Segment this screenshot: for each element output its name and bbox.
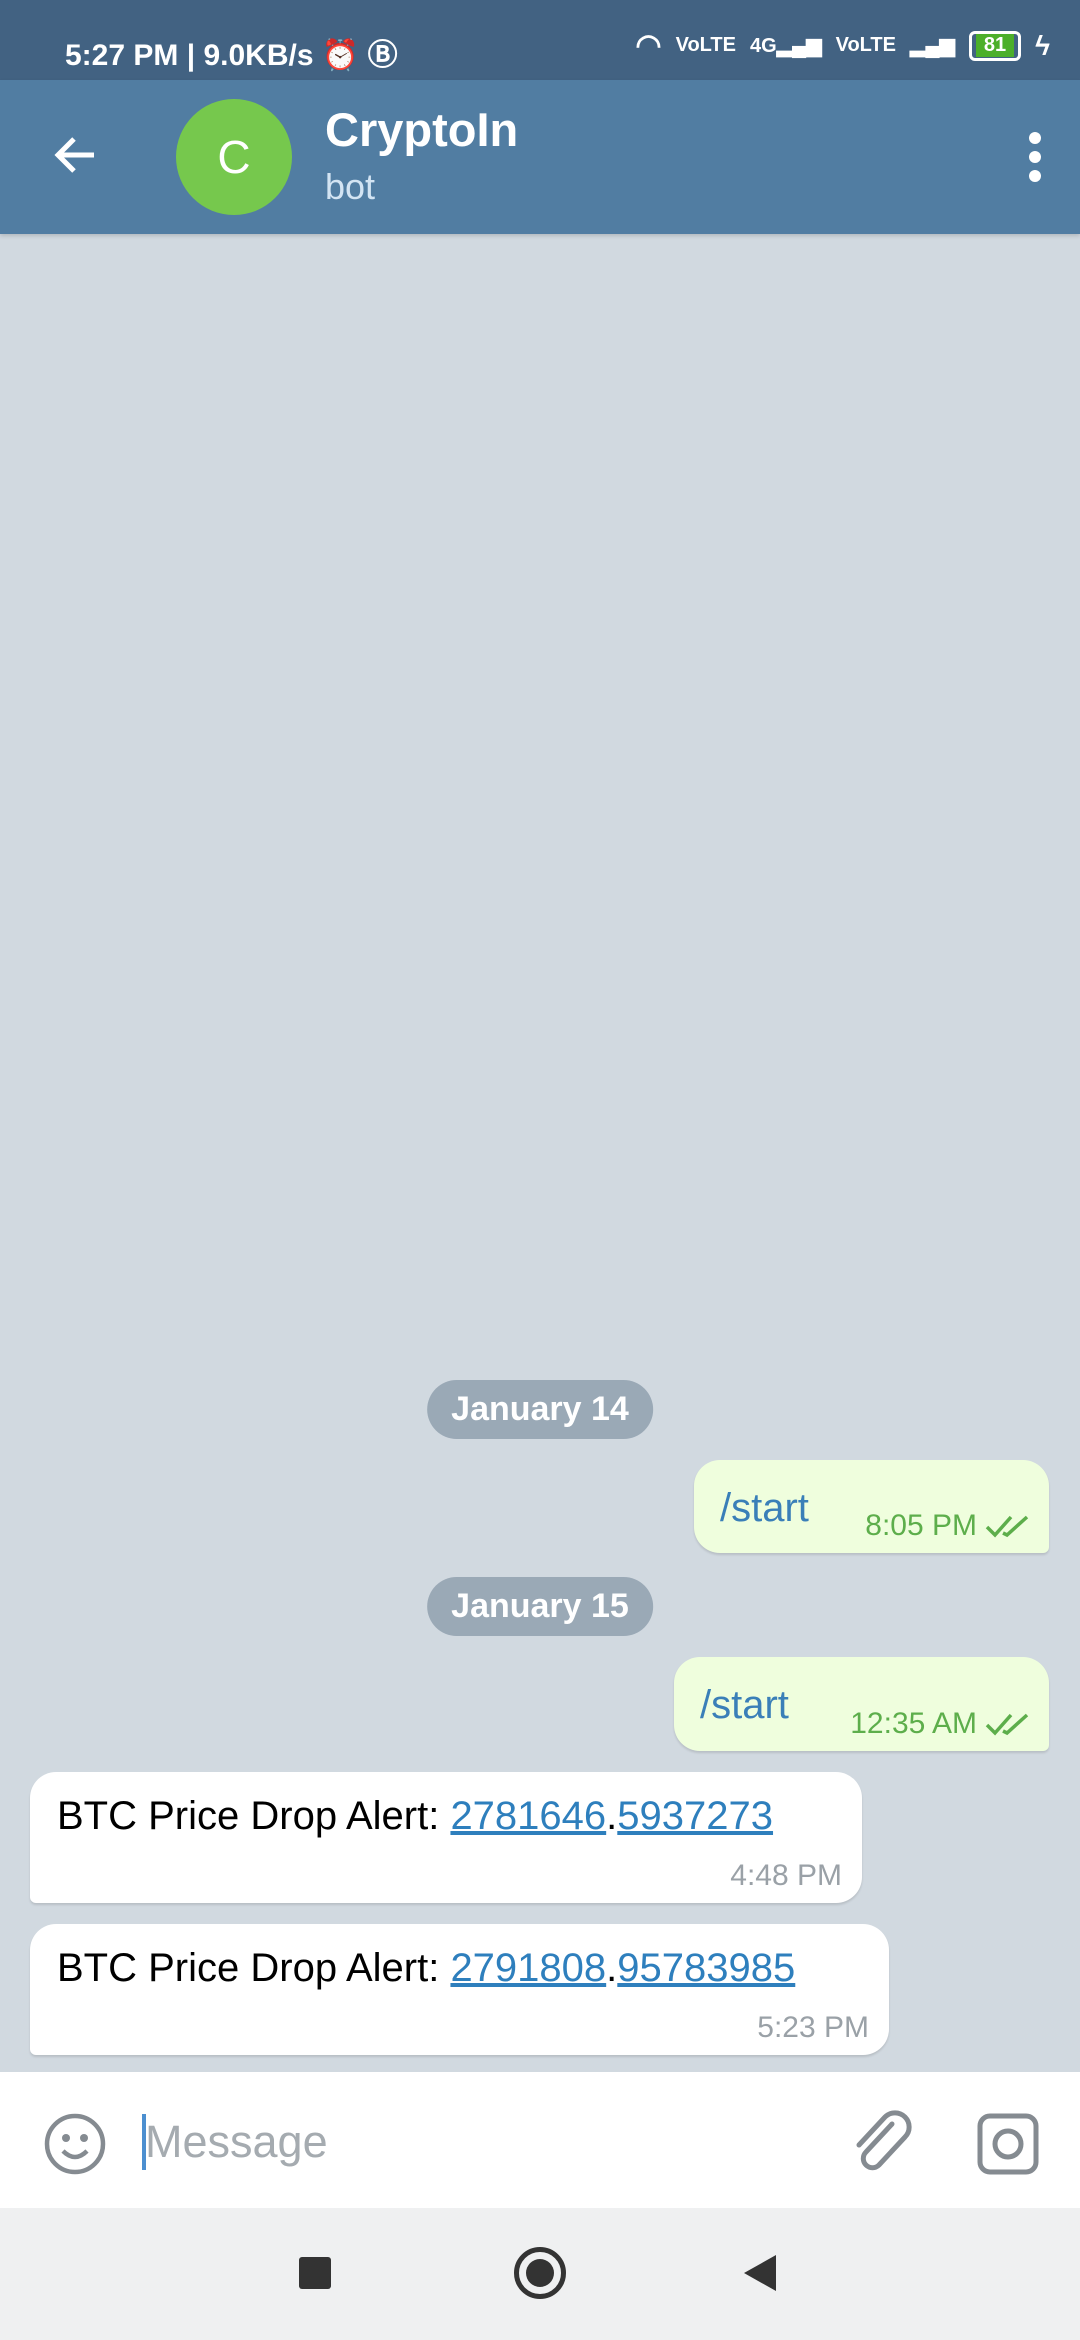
command-link[interactable]: /start xyxy=(720,1486,809,1531)
charging-icon: ϟ xyxy=(1035,29,1050,61)
wifi-icon: ◠ xyxy=(635,29,662,62)
chat-header: C CryptoIn bot xyxy=(0,80,1080,234)
number-link[interactable]: 2791808 xyxy=(450,1946,606,1990)
alert-label: BTC Price Drop Alert: xyxy=(57,1794,451,1838)
chat-title[interactable]: CryptoIn xyxy=(325,102,518,157)
command-link[interactable]: /start xyxy=(700,1683,789,1728)
system-nav-bar xyxy=(0,2208,1080,2340)
date-separator: January 14 xyxy=(427,1380,653,1439)
alarm-icon: ⏰ xyxy=(321,39,360,72)
number-link[interactable]: 2781646 xyxy=(450,1794,606,1838)
home-button[interactable] xyxy=(514,2247,566,2299)
back-button[interactable] xyxy=(742,2253,778,2293)
network-speed: 9.0KB/s xyxy=(203,39,314,72)
b-icon: Ⓑ xyxy=(367,39,398,72)
message-time: 5:23 PM xyxy=(757,2011,869,2044)
date-separator: January 15 xyxy=(427,1577,653,1636)
incoming-message[interactable]: BTC Price Drop Alert: 2781646.5937273 4:… xyxy=(30,1772,862,1903)
outgoing-message[interactable]: /start 12:35 AM xyxy=(674,1657,1049,1751)
message-composer: Message xyxy=(0,2072,1080,2208)
network-type: 4G xyxy=(749,35,777,57)
alert-label: BTC Price Drop Alert: xyxy=(57,1946,451,1990)
battery-level: 81 xyxy=(975,34,1015,57)
message-time: 4:48 PM xyxy=(730,1859,842,1892)
message-input[interactable]: Message xyxy=(145,2116,328,2168)
message-text: BTC Price Drop Alert: 2781646.5937273 xyxy=(57,1794,773,1839)
status-time: 5:27 PM | 9.0KB/s ⏰ Ⓑ xyxy=(65,39,398,72)
volte-icon-2: VoLTE xyxy=(835,34,896,56)
attach-icon[interactable] xyxy=(852,2110,914,2176)
message-text: BTC Price Drop Alert: 2791808.95783985 xyxy=(57,1946,795,1991)
number-link[interactable]: 5937273 xyxy=(617,1794,773,1838)
chat-subtitle: bot xyxy=(325,166,376,207)
battery-icon: 81 xyxy=(968,30,1022,61)
double-check-icon xyxy=(985,1713,1029,1736)
message-time: 12:35 AM xyxy=(850,1707,977,1740)
incoming-message[interactable]: BTC Price Drop Alert: 2791808.95783985 5… xyxy=(30,1924,889,2055)
emoji-icon[interactable] xyxy=(43,2112,107,2176)
separator: . xyxy=(606,1794,618,1838)
outgoing-message[interactable]: /start 8:05 PM xyxy=(694,1460,1049,1553)
back-arrow-icon[interactable] xyxy=(50,130,100,180)
signal-icon-2: ▂▄▆ xyxy=(909,35,955,57)
more-options-icon[interactable] xyxy=(1020,132,1050,182)
separator: . xyxy=(606,1946,618,1990)
recents-button[interactable] xyxy=(299,2257,331,2289)
number-link[interactable]: 95783985 xyxy=(617,1946,795,1990)
message-time: 8:05 PM xyxy=(865,1509,977,1542)
status-bar: 5:27 PM | 9.0KB/s ⏰ Ⓑ ◠ VoLTE 4G▂▄▆ VoLT… xyxy=(0,0,1080,80)
signal-icon: 4G▂▄▆ xyxy=(749,35,822,57)
volte-icon: VoLTE xyxy=(675,34,736,56)
camera-icon[interactable] xyxy=(976,2112,1040,2176)
double-check-icon xyxy=(985,1515,1029,1538)
avatar[interactable]: C xyxy=(176,99,292,215)
clock: 5:27 PM xyxy=(65,39,179,72)
